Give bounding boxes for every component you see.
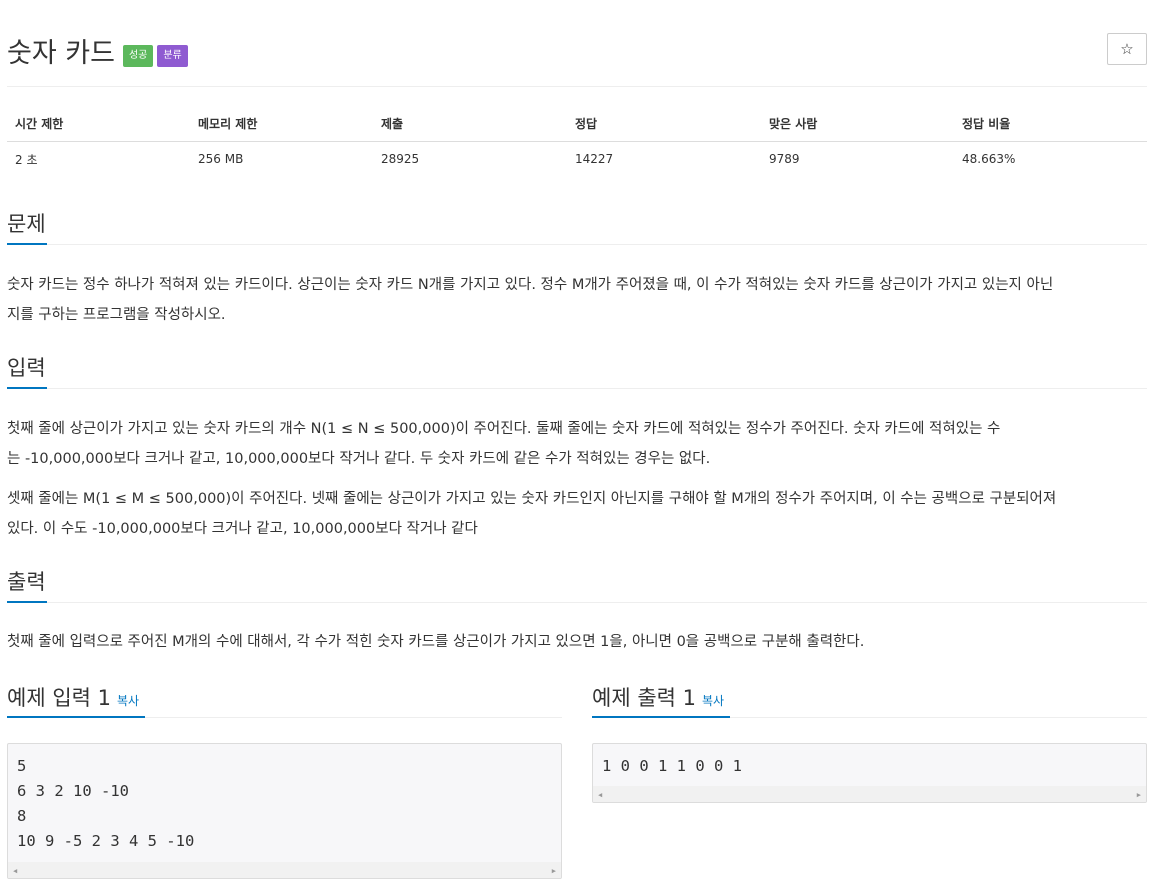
scroll-right-icon[interactable]: ▶ xyxy=(1137,791,1141,799)
page-title: 숫자 카드 xyxy=(7,37,115,69)
sample-output-box[interactable]: 1 0 0 1 1 0 0 1 ◀ ▶ xyxy=(592,743,1147,803)
description-line: 지를 구하는 프로그램을 작성하시오. xyxy=(7,307,226,323)
star-button[interactable]: ☆ xyxy=(1107,33,1147,65)
sample-input-accent xyxy=(7,716,145,718)
input-line: 있다. 이 수도 -10,000,000보다 크거나 같고, 10,000,00… xyxy=(7,521,478,537)
description-heading: 문제 xyxy=(7,212,46,236)
sample-output-content: 1 0 0 1 1 0 0 1 xyxy=(593,744,1146,779)
scroll-left-icon[interactable]: ◀ xyxy=(13,867,17,875)
output-heading: 출력 xyxy=(7,570,46,594)
star-icon: ☆ xyxy=(1120,40,1134,58)
sample-input-title: 예제 입력 1 xyxy=(7,686,111,710)
category-badge[interactable]: 분류 xyxy=(157,45,188,67)
table-row: 2 초 256 MB 28925 14227 9789 48.663% xyxy=(7,141,1147,177)
output-text: 첫째 줄에 입력으로 주어진 M개의 수에 대해서, 각 수가 적힌 숫자 카드… xyxy=(7,627,1147,657)
scroll-right-icon[interactable]: ▶ xyxy=(552,867,556,875)
output-divider xyxy=(7,602,1147,603)
problem-info-table: 시간 제한 메모리 제한 제출 정답 맞은 사람 정답 비율 2 초 256 M… xyxy=(7,107,1147,177)
sample-output-heading: 예제 출력 1 복사 xyxy=(592,682,724,712)
output-accent xyxy=(7,601,47,603)
header-ratio: 정답 비율 xyxy=(954,107,1147,142)
input-line: 셋째 줄에는 M(1 ≤ M ≤ 500,000)이 주어진다. 넷째 줄에는 … xyxy=(7,491,1057,507)
header-submissions: 제출 xyxy=(373,107,567,142)
accepted-value[interactable]: 14227 xyxy=(567,141,761,177)
input-text-2: 셋째 줄에는 M(1 ≤ M ≤ 500,000)이 주어진다. 넷째 줄에는 … xyxy=(7,484,1147,544)
ratio-value: 48.663% xyxy=(962,152,1016,167)
sample-input-copy-link[interactable]: 복사 xyxy=(117,694,139,708)
sample-input-line: 10 9 -5 2 3 4 5 -10 xyxy=(17,832,195,850)
header-accepted: 정답 xyxy=(567,107,761,142)
header-solvers: 맞은 사람 xyxy=(761,107,954,142)
status-badge-success: 성공 xyxy=(122,45,154,67)
input-text-1: 첫째 줄에 상근이가 가지고 있는 숫자 카드의 개수 N(1 ≤ N ≤ 50… xyxy=(7,414,1147,474)
submissions-value[interactable]: 28925 xyxy=(373,141,567,177)
problem-header: 숫자 카드 성공 분류 xyxy=(7,30,188,70)
sample-input-line: 8 xyxy=(17,807,27,825)
sample-output-copy-link[interactable]: 복사 xyxy=(702,694,724,708)
input-line: 는 -10,000,000보다 크거나 같고, 10,000,000보다 작거나… xyxy=(7,451,711,467)
sample-input-heading: 예제 입력 1 복사 xyxy=(7,682,139,712)
sample-input-line: 5 xyxy=(17,757,27,775)
sample-output-title: 예제 출력 1 xyxy=(592,686,696,710)
input-heading: 입력 xyxy=(7,356,46,380)
sample-output-accent xyxy=(592,716,730,718)
input-divider xyxy=(7,388,1147,389)
time-limit-value: 2 초 xyxy=(15,152,38,167)
output-line: 첫째 줄에 입력으로 주어진 M개의 수에 대해서, 각 수가 적힌 숫자 카드… xyxy=(7,634,865,650)
description-divider xyxy=(7,244,1147,245)
header-divider xyxy=(7,86,1147,87)
header-memory-limit: 메모리 제한 xyxy=(190,107,373,142)
sample-input-line: 6 3 2 10 -10 xyxy=(17,782,129,800)
sample-input-content: 5 6 3 2 10 -10 8 10 9 -5 2 3 4 5 -10 xyxy=(8,744,561,854)
input-accent xyxy=(7,387,47,389)
description-line: 숫자 카드는 정수 하나가 적혀져 있는 카드이다. 상근이는 숫자 카드 N개… xyxy=(7,277,1054,293)
input-line: 첫째 줄에 상근이가 가지고 있는 숫자 카드의 개수 N(1 ≤ N ≤ 50… xyxy=(7,421,1001,437)
sample-output-line: 1 0 0 1 1 0 0 1 xyxy=(602,757,742,775)
sample-output-scrollbar[interactable]: ◀ ▶ xyxy=(593,786,1146,802)
table-header-row: 시간 제한 메모리 제한 제출 정답 맞은 사람 정답 비율 xyxy=(7,107,1147,142)
sample-input-scrollbar[interactable]: ◀ ▶ xyxy=(8,862,561,878)
solvers-value[interactable]: 9789 xyxy=(761,141,954,177)
header-time-limit: 시간 제한 xyxy=(7,107,190,142)
scroll-left-icon[interactable]: ◀ xyxy=(598,791,602,799)
memory-limit-value: 256 MB xyxy=(198,152,244,167)
description-text: 숫자 카드는 정수 하나가 적혀져 있는 카드이다. 상근이는 숫자 카드 N개… xyxy=(7,270,1147,330)
description-accent xyxy=(7,243,47,245)
sample-input-box[interactable]: 5 6 3 2 10 -10 8 10 9 -5 2 3 4 5 -10 ◀ ▶ xyxy=(7,743,562,879)
